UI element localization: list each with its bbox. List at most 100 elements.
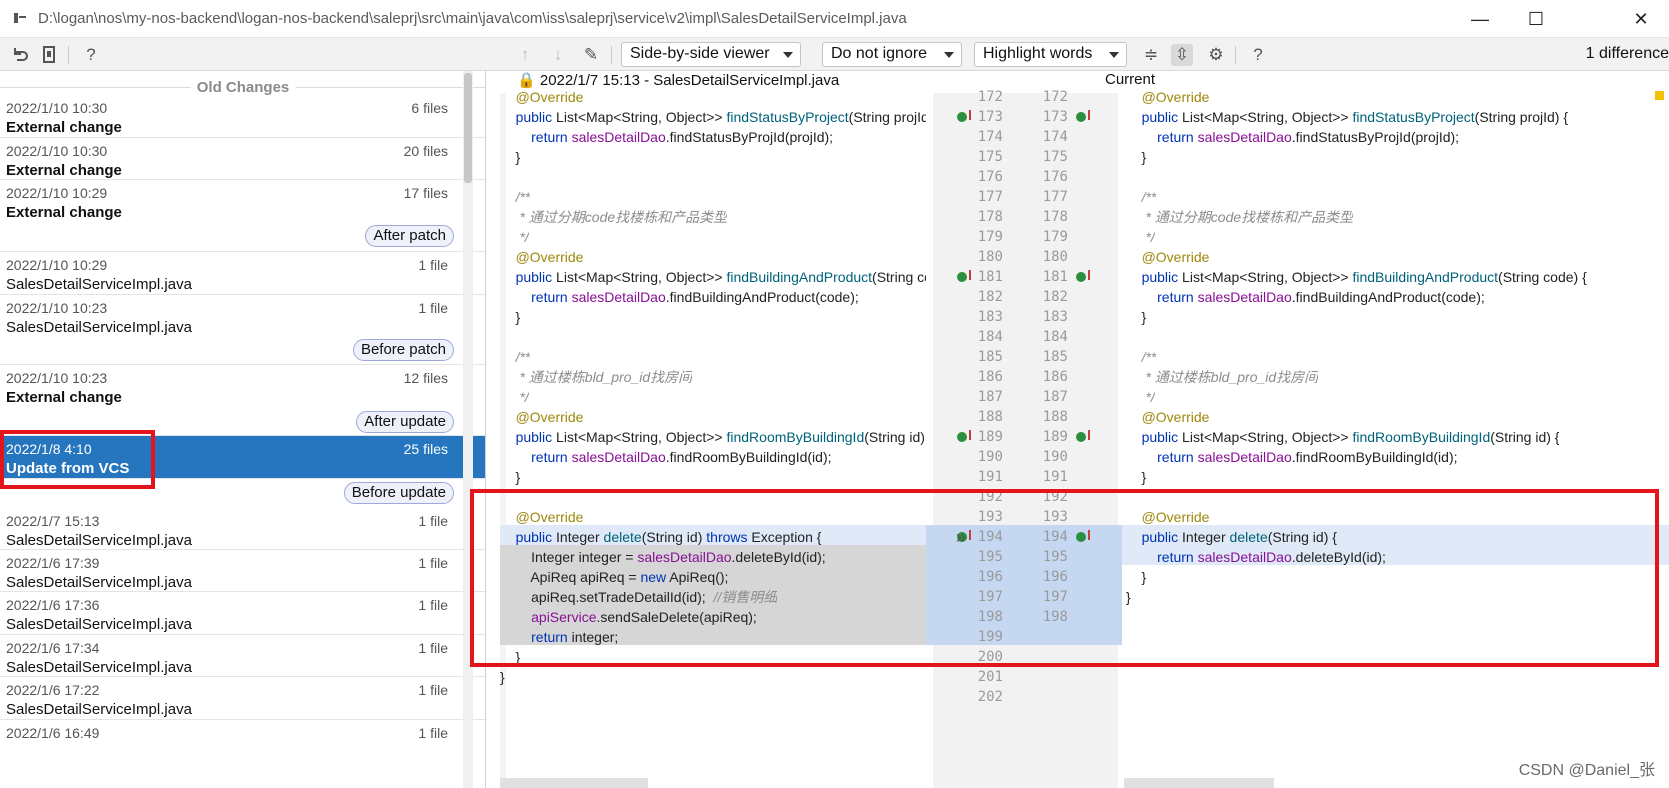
list-item[interactable]: 2022/1/7 15:13 1 file SalesDetailService… [0, 508, 485, 550]
right-line-number: 195 [1042, 549, 1068, 565]
list-item-selected[interactable]: 2022/1/8 4:10 25 files Update from VCS [0, 436, 485, 479]
help-icon[interactable]: ? [80, 44, 102, 66]
left-code-line: } [500, 649, 521, 665]
item-time: 2022/1/10 10:23 [6, 300, 108, 316]
minimize-button[interactable]: — [1452, 0, 1508, 38]
left-code-line: } [500, 149, 521, 165]
item-count: 1 file [418, 513, 448, 529]
list-item[interactable]: 2022/1/6 17:36 1 file SalesDetailService… [0, 592, 485, 635]
edit-icon[interactable]: ✎ [580, 44, 602, 66]
left-code-line: return integer; [531, 629, 619, 645]
right-line-number: 186 [1042, 369, 1068, 385]
viewer-dropdown[interactable]: Side-by-side viewer [621, 42, 801, 67]
left-line-number: 193 [977, 509, 1003, 525]
toolbar-separator [68, 46, 69, 64]
revert-icon[interactable] [9, 44, 31, 66]
maximize-button[interactable]: ☐ [1508, 0, 1564, 38]
override-marker-icon[interactable] [1076, 270, 1090, 282]
right-hscrollbar[interactable] [1124, 778, 1274, 788]
left-code-line: apiReq.setTradeDetailId(id); //销售明细 [500, 589, 778, 605]
item-time: 2022/1/7 15:13 [6, 513, 100, 529]
item-name: SalesDetailServiceImpl.java [6, 319, 192, 336]
right-line-number: 188 [1042, 409, 1068, 425]
item-time: 2022/1/8 4:10 [6, 441, 92, 457]
left-code-line: */ [515, 229, 529, 245]
left-line-number: 177 [977, 189, 1003, 205]
right-line-number: 172 [1042, 89, 1068, 105]
left-hscrollbar[interactable] [500, 778, 648, 788]
left-line-number: 201 [977, 669, 1003, 685]
left-line-number: 194 [977, 529, 1003, 545]
right-code-line: public List<Map<String, Object>> findBui… [1141, 269, 1587, 285]
right-code-line: /** [1141, 349, 1157, 365]
label-after-update: After update [356, 411, 454, 433]
right-code-line: } [1126, 469, 1147, 485]
list-item[interactable]: 2022/1/10 10:30 20 files External change [0, 138, 485, 180]
window-title: D:\logan\nos\my-nos-backend\logan-nos-ba… [38, 10, 907, 27]
left-code-line: ApiReq apiReq = new ApiReq(); [500, 569, 729, 585]
left-code-line: public List<Map<String, Object>> findBui… [515, 269, 926, 285]
right-code-line: } [1126, 149, 1147, 165]
section-title: Old Changes [190, 79, 296, 96]
item-time: 2022/1/6 17:36 [6, 597, 100, 613]
right-line-number: 198 [1042, 609, 1068, 625]
left-code-line: } [500, 309, 521, 325]
left-line-number: 178 [977, 209, 1003, 225]
override-marker-icon[interactable] [957, 270, 971, 282]
up-arrow-icon[interactable]: ↑ [514, 44, 536, 66]
left-code-line: public List<Map<String, Object>> findRoo… [515, 429, 925, 445]
left-line-number: 183 [977, 309, 1003, 325]
item-time: 2022/1/10 10:23 [6, 370, 108, 386]
right-line-number: 197 [1042, 589, 1068, 605]
list-item[interactable]: 2022/1/6 17:34 1 file SalesDetailService… [0, 635, 485, 677]
right-code-line: } [1126, 569, 1147, 585]
item-count: 20 files [403, 143, 448, 159]
item-name: SalesDetailServiceImpl.java [6, 574, 192, 591]
history-scrollbar[interactable] [463, 71, 473, 788]
help-icon[interactable]: ? [1247, 44, 1269, 66]
right-code-line: /** [1141, 189, 1157, 205]
override-marker-icon[interactable] [957, 430, 971, 442]
right-line-number: 179 [1042, 229, 1068, 245]
list-item[interactable]: 2022/1/10 10:29 1 file SalesDetailServic… [0, 252, 485, 295]
item-time: 2022/1/6 17:39 [6, 555, 100, 571]
collapse-icon[interactable]: ≑ [1140, 44, 1162, 66]
item-count: 1 file [418, 640, 448, 656]
left-pane-title-text: 2022/1/7 15:13 - SalesDetailServiceImpl.… [539, 72, 840, 89]
left-line-number: 192 [977, 489, 1003, 505]
item-name: External change [6, 119, 122, 136]
left-code-line: apiService.sendSaleDelete(apiReq); [531, 609, 757, 625]
ignore-dropdown[interactable]: Do not ignore [822, 42, 962, 67]
file-icon[interactable] [38, 44, 60, 66]
left-line-number: 184 [977, 329, 1003, 345]
override-marker-icon[interactable] [1076, 530, 1090, 542]
highlight-dropdown[interactable]: Highlight words [974, 42, 1127, 67]
toolbar: ? ↑ ↓ ✎ Side-by-side viewer Do not ignor… [0, 38, 1669, 71]
down-arrow-icon[interactable]: ↓ [547, 44, 569, 66]
list-item[interactable]: 2022/1/6 17:22 1 file SalesDetailService… [0, 677, 485, 720]
left-line-number: 175 [977, 149, 1003, 165]
apply-change-icon[interactable]: » [956, 527, 966, 547]
list-item[interactable]: 2022/1/10 10:30 6 files External change [0, 95, 485, 138]
right-code-line: return salesDetailDao.findBuildingAndPro… [1157, 289, 1485, 305]
watermark: CSDN @Daniel_张 [1518, 762, 1655, 779]
left-line-number: 176 [977, 169, 1003, 185]
list-item[interactable]: 2022/1/6 17:39 1 file SalesDetailService… [0, 550, 485, 592]
list-item[interactable]: 2022/1/6 16:49 1 file [0, 720, 485, 763]
override-marker-icon[interactable] [1076, 110, 1090, 122]
close-button[interactable]: ✕ [1613, 0, 1669, 38]
right-line-number: 173 [1042, 109, 1068, 125]
left-code-line: return salesDetailDao.findRoomByBuilding… [531, 449, 832, 465]
override-marker-icon[interactable] [1076, 430, 1090, 442]
right-line-number: 189 [1042, 429, 1068, 445]
override-marker-icon[interactable] [957, 110, 971, 122]
settings-icon[interactable]: ⚙ [1205, 44, 1227, 66]
left-code-line: @Override [515, 409, 584, 425]
item-time: 2022/1/10 10:30 [6, 143, 108, 159]
chevron-down-icon [783, 52, 793, 58]
scrollbar-thumb[interactable] [464, 73, 472, 183]
item-count: 6 files [411, 100, 448, 116]
right-code-line: return salesDetailDao.deleteById(id); [1157, 549, 1386, 565]
sync-scroll-icon[interactable]: ⇳ [1171, 44, 1193, 66]
right-code-line: return salesDetailDao.findRoomByBuilding… [1157, 449, 1458, 465]
